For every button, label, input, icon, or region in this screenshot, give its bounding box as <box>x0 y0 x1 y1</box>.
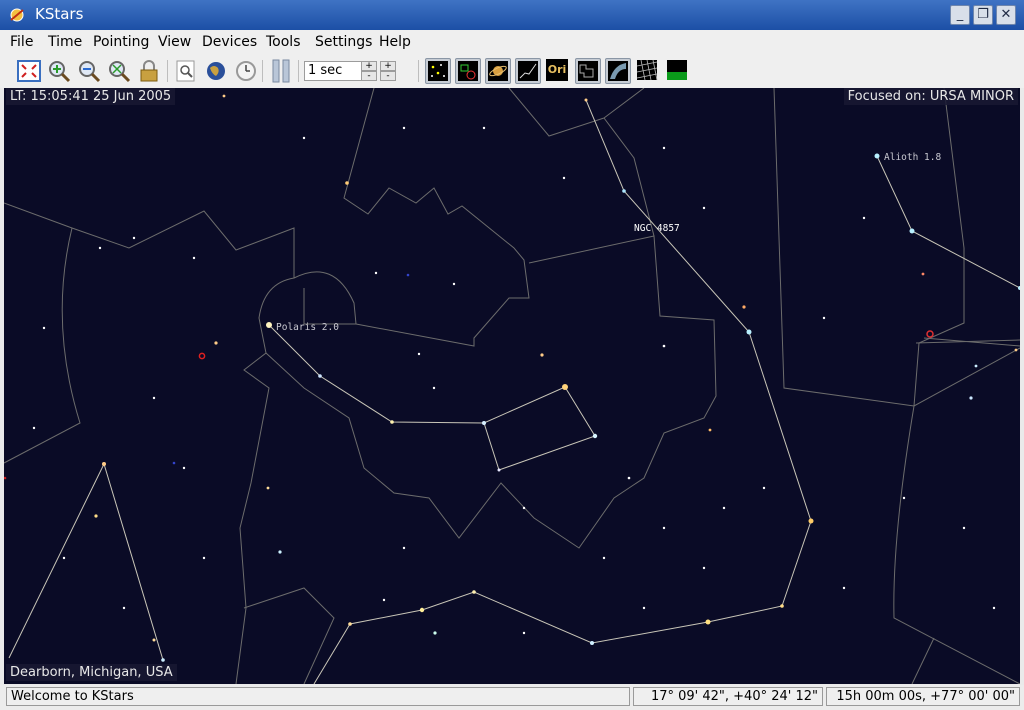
window-title: KStars <box>35 5 84 23</box>
title-bar: KStars _ ❐ ✕ <box>0 0 1024 30</box>
time-step-decrease-button[interactable]: - <box>361 71 377 81</box>
radec-coordinates: 15h 00m 00s, +77° 00' 00" <box>826 687 1020 706</box>
toggle-milky-way-button[interactable] <box>605 58 631 84</box>
minimize-button[interactable]: _ <box>950 5 970 25</box>
object-label-ngc: NGC 4857 <box>634 223 680 234</box>
toolbar-separator <box>262 60 263 82</box>
zoom-fit-icon[interactable] <box>106 58 132 84</box>
deep-sky-objects <box>4 273 934 480</box>
toggle-constellation-boundaries-button[interactable] <box>575 58 601 84</box>
status-message: Welcome to KStars <box>6 687 630 706</box>
toolbar: Ori <box>0 55 1024 88</box>
time-step-input[interactable]: 1 sec <box>304 61 362 81</box>
menu-view[interactable]: View <box>158 34 191 50</box>
time-step-increase-button[interactable]: + <box>361 61 377 71</box>
toolbar-separator <box>418 60 419 82</box>
toggle-solar-system-button[interactable] <box>485 58 511 84</box>
toolbar-separator <box>167 60 168 82</box>
menu-tools[interactable]: Tools <box>266 34 301 50</box>
zoom-in-icon[interactable] <box>46 58 72 84</box>
zoom-out-icon[interactable] <box>76 58 102 84</box>
star-label-polaris: Polaris 2.0 <box>276 322 339 333</box>
kstars-logo-icon <box>10 8 24 22</box>
toggle-deep-sky-button[interactable] <box>455 58 481 84</box>
menu-file[interactable]: File <box>10 34 33 50</box>
menu-time[interactable]: Time <box>48 34 82 50</box>
toolbar-separator <box>298 60 299 82</box>
menu-bar: File Time Pointing View Devices Tools Se… <box>0 30 1024 56</box>
close-button[interactable]: ✕ <box>996 5 1016 25</box>
time-step-unit-decrease-button[interactable]: - <box>380 71 396 81</box>
deep-sky-icon <box>458 61 478 81</box>
local-time-readout: LT: 15:05:41 25 Jun 2005 <box>6 88 176 105</box>
menu-devices[interactable]: Devices <box>202 34 257 50</box>
menu-pointing[interactable]: Pointing <box>93 34 149 50</box>
maximize-button[interactable]: ❐ <box>973 5 993 25</box>
star-label-alioth: Alioth 1.8 <box>884 152 942 163</box>
constellation-boundaries <box>4 88 1020 684</box>
constellation-boundaries-icon <box>578 61 598 81</box>
find-object-icon[interactable] <box>173 58 199 84</box>
toggle-stars-button[interactable] <box>425 58 451 84</box>
geographic-globe-icon[interactable] <box>203 58 229 84</box>
constellation-names-icon: Ori <box>546 59 568 81</box>
location-readout: Dearborn, Michigan, USA <box>6 664 177 681</box>
toggle-constellation-lines-button[interactable] <box>515 58 541 84</box>
focus-readout: Focused on: URSA MINOR <box>843 88 1018 105</box>
sky-map-canvas[interactable] <box>4 88 1020 684</box>
toggle-constellation-names-button[interactable]: Ori <box>545 58 571 84</box>
menu-settings[interactable]: Settings <box>315 34 372 50</box>
coordinate-grid-icon <box>636 59 658 81</box>
constellation-lines-icon <box>518 61 538 81</box>
saturn-icon <box>488 61 508 81</box>
stars-icon <box>428 61 448 81</box>
sky-map[interactable]: LT: 15:05:41 25 Jun 2005 Focused on: URS… <box>4 88 1020 684</box>
clock-icon[interactable] <box>233 58 259 84</box>
lock-icon[interactable] <box>136 58 162 84</box>
time-step-unit-increase-button[interactable]: + <box>380 61 396 71</box>
zoom-default-icon[interactable] <box>16 58 42 84</box>
altaz-coordinates: 17° 09' 42", +40° 24' 12" <box>633 687 823 706</box>
pause-clock-icon[interactable] <box>268 58 294 84</box>
menu-help[interactable]: Help <box>379 34 411 50</box>
stars <box>32 94 1020 662</box>
toggle-horizon-button[interactable] <box>665 58 691 84</box>
toggle-coordinate-grid-button[interactable] <box>635 58 661 84</box>
horizon-icon <box>667 60 687 80</box>
status-bar: Welcome to KStars 17° 09' 42", +40° 24' … <box>0 685 1024 710</box>
milky-way-icon <box>608 61 628 81</box>
constellation-lines <box>8 99 1020 684</box>
